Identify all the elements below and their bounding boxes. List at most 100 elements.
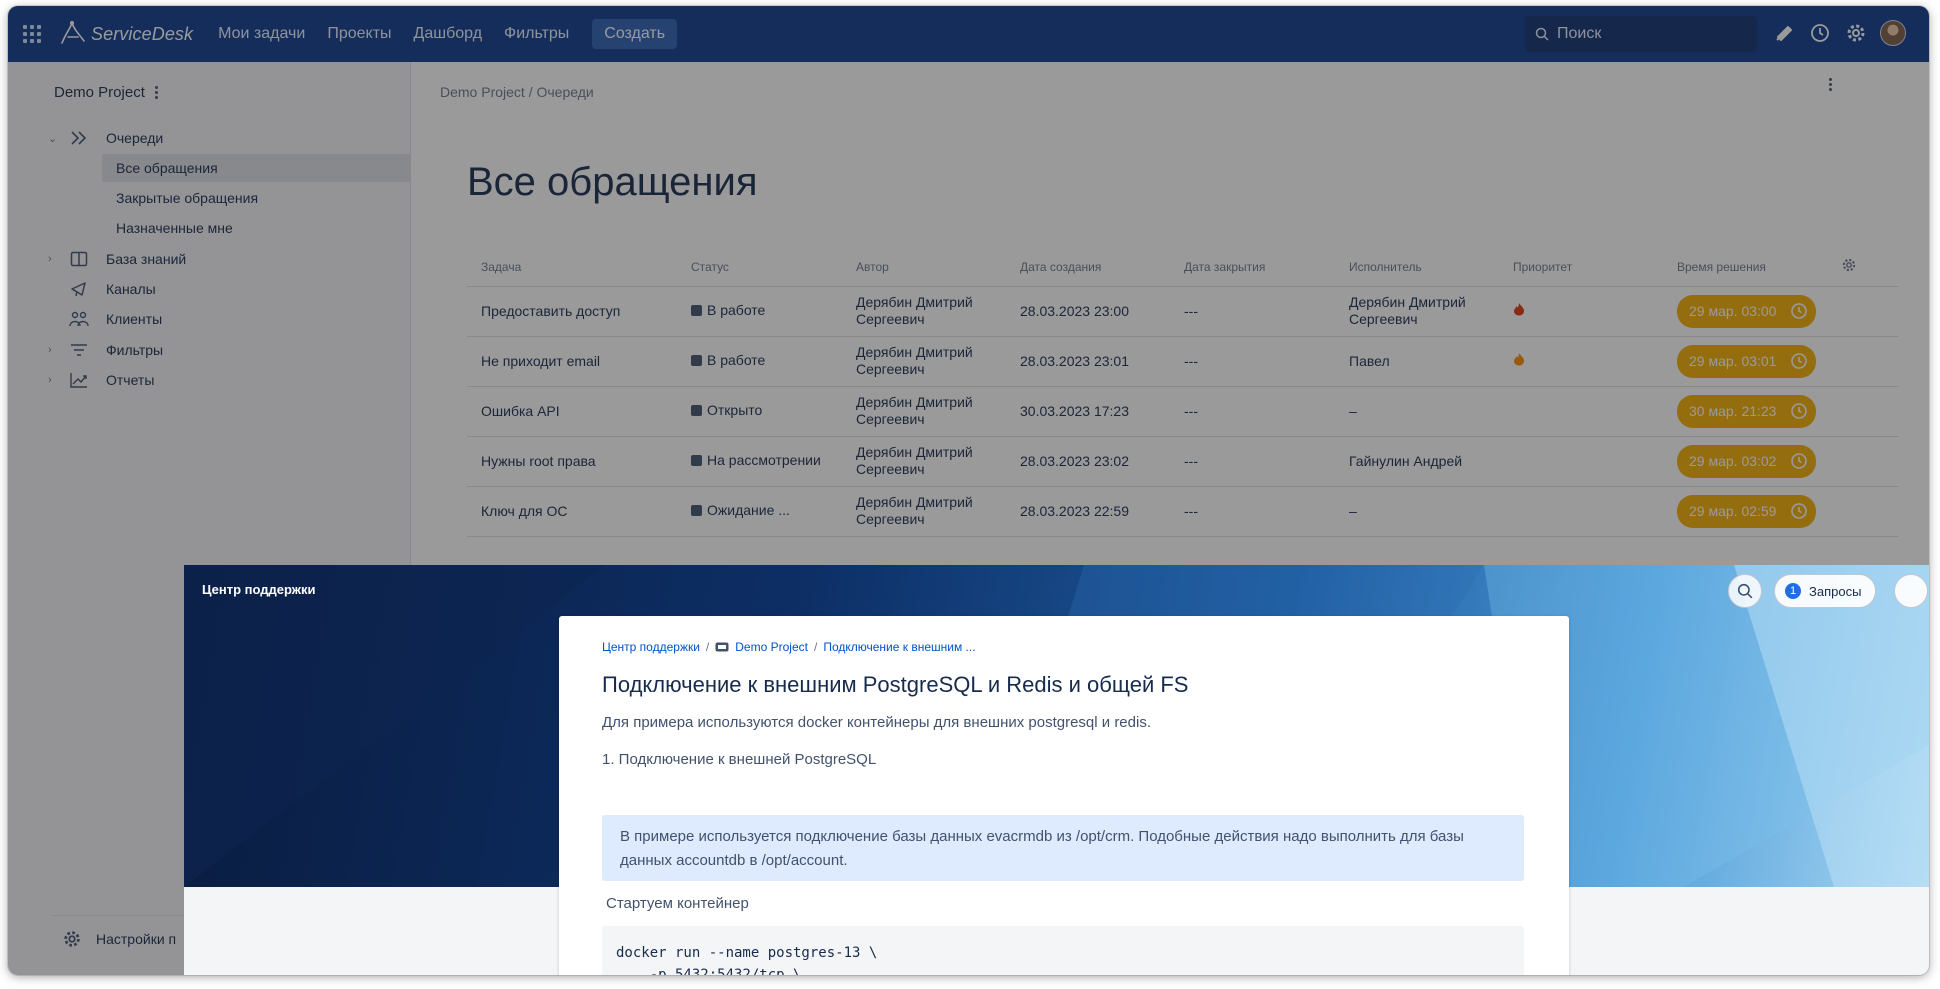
breadcrumb-article[interactable]: Подключение к внешним ... bbox=[823, 640, 975, 654]
project-menu-icon[interactable] bbox=[154, 86, 158, 99]
cell-closed: --- bbox=[1170, 336, 1335, 387]
sidebar-item-label: База знаний bbox=[106, 251, 187, 267]
column-header-created[interactable]: Дата создания bbox=[1006, 248, 1170, 287]
status-label: На рассмотрении bbox=[707, 452, 821, 468]
cell-assignee: Дерябин Дмитрий Сергеевич bbox=[1335, 286, 1499, 337]
cell-closed: --- bbox=[1170, 486, 1335, 537]
cell-sla: 30 мар. 21:23 bbox=[1663, 386, 1827, 437]
column-settings[interactable] bbox=[1827, 248, 1899, 287]
cell-priority bbox=[1499, 336, 1663, 387]
app-switcher-icon[interactable] bbox=[22, 24, 42, 44]
cell-task: Не приходит email bbox=[467, 336, 677, 387]
sidebar-item-reports[interactable]: › Отчеты bbox=[8, 366, 408, 394]
help-center-search-button[interactable] bbox=[1728, 574, 1762, 608]
nav-dashboard[interactable]: Дашборд bbox=[403, 25, 494, 43]
cell-assignee: – bbox=[1335, 486, 1499, 537]
cell-priority bbox=[1499, 436, 1663, 487]
requests-count-badge: 1 bbox=[1785, 583, 1801, 599]
cell-task: Ключ для ОС bbox=[467, 486, 677, 537]
column-header-assignee[interactable]: Исполнитель bbox=[1335, 248, 1499, 287]
breadcrumb-help-center[interactable]: Центр поддержки bbox=[602, 640, 700, 654]
sidebar-item-assigned-to-me[interactable]: Назначенные мне bbox=[102, 214, 410, 242]
cell-assignee: Гайнулин Андрей bbox=[1335, 436, 1499, 487]
status-badge: Ожидание ... bbox=[691, 502, 790, 519]
user-avatar[interactable] bbox=[1880, 20, 1906, 46]
settings-gear-icon[interactable] bbox=[1844, 21, 1868, 45]
nav-projects[interactable]: Проекты bbox=[316, 25, 402, 43]
priority-flame-icon bbox=[1514, 303, 1524, 316]
cell-empty bbox=[1827, 336, 1899, 387]
sidebar-item-clients[interactable]: Клиенты bbox=[8, 305, 408, 333]
settings-gear-icon bbox=[64, 930, 80, 947]
sla-pill[interactable]: 29 мар. 03:02 bbox=[1677, 444, 1817, 478]
sidebar-item-closed-requests[interactable]: Закрытые обращения bbox=[102, 184, 410, 212]
status-square-icon bbox=[691, 405, 702, 416]
cell-closed: --- bbox=[1170, 386, 1335, 437]
column-header-task[interactable]: Задача bbox=[467, 248, 677, 287]
cell-sla: 29 мар. 03:02 bbox=[1663, 436, 1827, 487]
article-title: Подключение к внешним PostgreSQL и Redis… bbox=[602, 672, 1189, 697]
history-icon[interactable] bbox=[1808, 21, 1832, 45]
cell-sla: 29 мар. 03:00 bbox=[1663, 286, 1827, 337]
clock-icon bbox=[1791, 503, 1808, 519]
status-square-icon bbox=[691, 305, 702, 316]
sla-pill[interactable]: 30 мар. 21:23 bbox=[1677, 394, 1817, 428]
column-header-priority[interactable]: Приоритет bbox=[1499, 248, 1663, 287]
help-center-avatar[interactable] bbox=[1894, 574, 1928, 608]
column-header-author[interactable]: Автор bbox=[842, 248, 1006, 287]
column-header-sla[interactable]: Время решения bbox=[1663, 248, 1827, 287]
search-input[interactable]: Поиск bbox=[1525, 16, 1757, 52]
cell-closed: --- bbox=[1170, 286, 1335, 337]
notifications-icon[interactable] bbox=[1772, 21, 1796, 45]
project-icon bbox=[715, 642, 729, 652]
cell-created: 28.03.2023 23:02 bbox=[1006, 436, 1170, 487]
project-name[interactable]: Demo Project bbox=[54, 84, 158, 101]
table-row[interactable]: Нужны root права На рассмотрении Дерябин Д… bbox=[467, 436, 1899, 487]
sidebar-item-knowledge-base[interactable]: › База знаний bbox=[8, 245, 408, 273]
requests-button[interactable]: 1 Запросы bbox=[1774, 574, 1877, 608]
cell-empty bbox=[1827, 486, 1899, 537]
sla-pill[interactable]: 29 мар. 03:01 bbox=[1677, 344, 1817, 378]
breadcrumb-project[interactable]: Demo Project bbox=[735, 640, 808, 654]
cell-created: 28.03.2023 23:01 bbox=[1006, 336, 1170, 387]
cell-author: Дерябин Дмитрий Сергеевич bbox=[842, 486, 1006, 537]
status-label: В работе bbox=[707, 352, 766, 368]
chevron-down-icon: ⌄ bbox=[48, 132, 58, 145]
create-button[interactable]: Создать bbox=[592, 19, 678, 49]
help-center-title[interactable]: Центр поддержки bbox=[202, 582, 316, 597]
sla-pill[interactable]: 29 мар. 03:00 bbox=[1677, 294, 1817, 328]
article-card: Центр поддержки / Demo Project / Подключ… bbox=[559, 616, 1569, 975]
status-badge: Открыто bbox=[691, 402, 762, 419]
nav-my-tasks[interactable]: Мои задачи bbox=[207, 25, 316, 43]
sla-time: 30 мар. 21:23 bbox=[1689, 402, 1777, 419]
cell-task: Ошибка API bbox=[467, 386, 677, 437]
breadcrumb-separator: / bbox=[705, 640, 710, 654]
priority-flame-icon bbox=[1514, 353, 1524, 366]
project-name-label: Demo Project bbox=[54, 84, 145, 101]
table-row[interactable]: Не приходит email В работе Дерябин Дмитрий… bbox=[467, 336, 1899, 387]
status-square-icon bbox=[691, 505, 702, 516]
nav-filters[interactable]: Фильтры bbox=[493, 25, 580, 43]
sidebar-item-all-requests[interactable]: Все обращения bbox=[102, 154, 410, 182]
table-row[interactable]: Предоставить доступ В работе Дерябин Дмитр… bbox=[467, 286, 1899, 337]
article-breadcrumb: Центр поддержки / Demo Project / Подключ… bbox=[602, 640, 976, 654]
top-icons bbox=[1772, 20, 1906, 46]
sidebar-item-label: Отчеты bbox=[106, 372, 155, 388]
sla-pill[interactable]: 29 мар. 02:59 bbox=[1677, 494, 1817, 528]
logo[interactable]: ServiceDesk bbox=[58, 19, 193, 49]
sidebar-item-queues[interactable]: ⌄ Очереди bbox=[8, 124, 408, 152]
clock-icon bbox=[1791, 453, 1808, 469]
cell-created: 28.03.2023 22:59 bbox=[1006, 486, 1170, 537]
breadcrumb[interactable]: Demo Project / Очереди bbox=[440, 84, 594, 100]
more-actions-icon[interactable] bbox=[1829, 78, 1832, 91]
column-header-closed[interactable]: Дата закрытия bbox=[1170, 248, 1335, 287]
sidebar-item-filters[interactable]: › Фильтры bbox=[8, 336, 408, 364]
sidebar-item-channels[interactable]: Каналы bbox=[8, 275, 408, 303]
help-center-panel: Центр поддержки 1 Запросы Центр поддержк… bbox=[184, 565, 1929, 975]
code-block[interactable]: docker run --name postgres-13 \ -p 5432:… bbox=[602, 926, 1524, 975]
article-step: 1. Подключение к внешней PostgreSQL bbox=[602, 751, 877, 768]
book-icon bbox=[68, 248, 90, 270]
column-header-status[interactable]: Статус bbox=[677, 248, 842, 287]
table-row[interactable]: Ключ для ОС Ожидание ... Дерябин Дмитрий С… bbox=[467, 486, 1899, 537]
table-row[interactable]: Ошибка API Открыто Дерябин Дмитрий Сергеев… bbox=[467, 386, 1899, 437]
